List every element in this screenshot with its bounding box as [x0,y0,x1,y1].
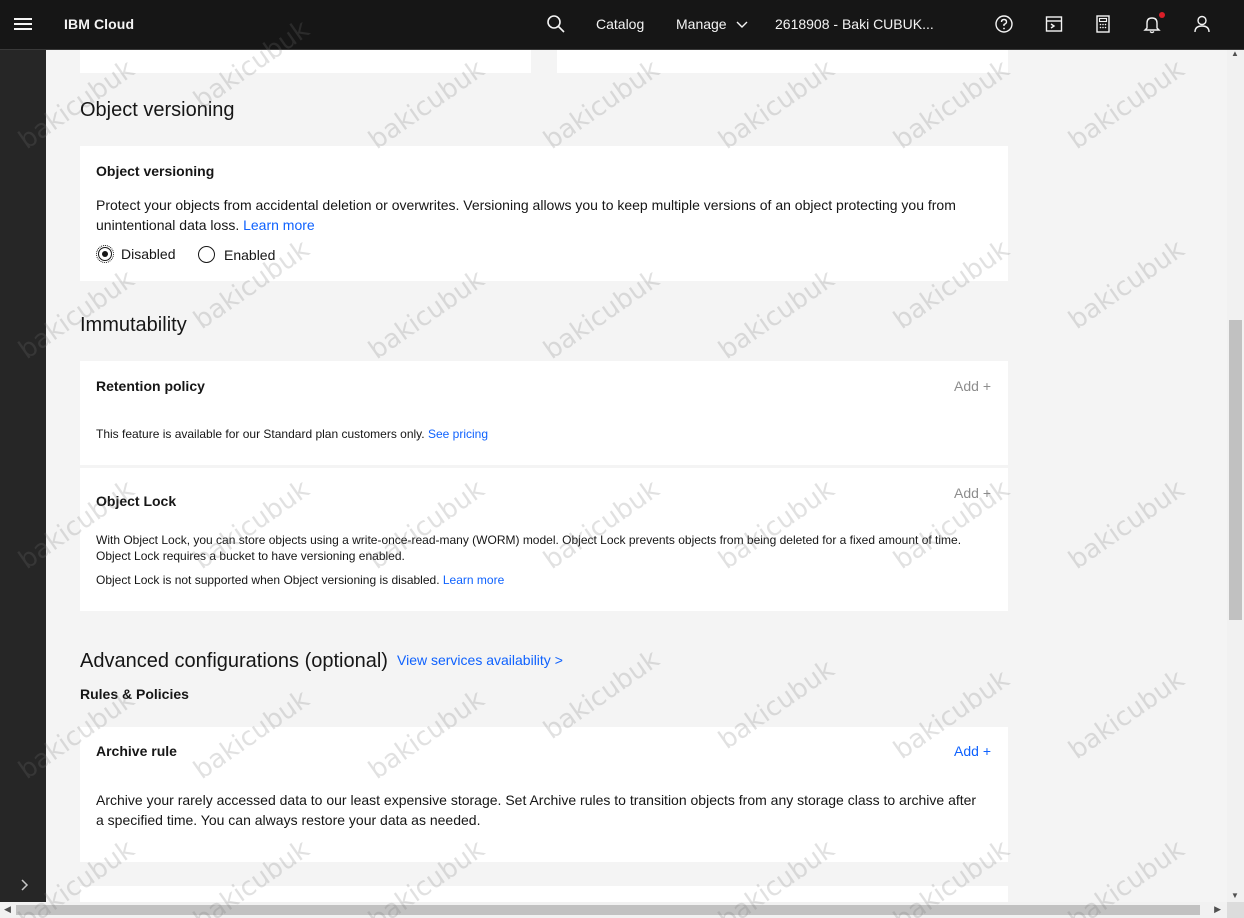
vertical-scroll-thumb[interactable] [1229,320,1242,620]
archive-rule-text: Archive your rarely accessed data to our… [96,792,977,828]
watermark-text: bakicubuk [1063,664,1191,766]
archive-add-button[interactable]: Add + [954,743,991,759]
section-title-advanced: Advanced configurations (optional) [80,650,388,672]
calculator-icon[interactable] [1093,14,1113,34]
radio-checked-icon [96,245,114,263]
retention-text-body: This feature is available for our Standa… [96,427,425,441]
retention-policy-card: Retention policy Add + This feature is a… [80,361,1008,465]
view-services-availability-link[interactable]: View services availability > [397,652,563,668]
top-header: IBM Cloud Catalog Manage 2618908 - Baki … [0,0,1244,50]
retention-policy-title: Retention policy [96,378,205,394]
scrollbar-corner [1227,902,1244,918]
menu-icon[interactable] [14,16,34,32]
object-lock-note-text: Object Lock is not supported when Object… [96,573,440,587]
radio-disabled-label: Disabled [121,246,176,262]
horizontal-scrollbar[interactable]: ◀ ▶ [0,902,1227,918]
user-icon[interactable] [1192,14,1212,34]
versioning-card-title: Object versioning [96,163,215,179]
object-lock-note: Object Lock is not supported when Object… [96,572,996,588]
watermark-text: bakicubuk [1063,474,1191,576]
object-lock-card: Object Lock Add + With Object Lock, you … [80,468,1008,611]
versioning-learn-more-link[interactable]: Learn more [243,217,315,233]
radio-enabled-label: Enabled [224,246,276,263]
retention-text: This feature is available for our Standa… [96,426,996,442]
account-switcher[interactable]: 2618908 - Baki CUBUK... [775,16,934,32]
chevron-down-icon [736,21,748,28]
object-lock-text: With Object Lock, you can store objects … [96,533,962,563]
catalog-link[interactable]: Catalog [596,16,644,32]
storage-class-card-left [80,50,531,73]
notification-badge [1159,12,1165,18]
next-card-partial [80,886,1008,902]
watermark-text: bakicubuk [1063,54,1191,156]
section-title-immutability: Immutability [80,314,187,336]
rules-policies-heading: Rules & Policies [80,686,189,702]
radio-disabled[interactable]: Disabled [96,245,176,263]
cost-estimator-icon[interactable] [1044,14,1064,34]
object-lock-add-button[interactable]: Add + [954,485,991,501]
horizontal-scroll-thumb[interactable] [16,905,1200,915]
storage-class-card-right [557,50,1008,73]
vertical-scrollbar[interactable]: ▲ ▼ [1227,49,1244,902]
retention-add-button[interactable]: Add + [954,378,991,394]
see-pricing-link[interactable]: See pricing [428,427,488,441]
manage-menu[interactable]: Manage [676,16,748,32]
left-side-rail [0,50,46,902]
brand-name[interactable]: IBM Cloud [64,16,134,32]
manage-label: Manage [676,16,727,32]
radio-unchecked-icon [198,246,215,263]
section-title-versioning: Object versioning [80,99,235,121]
versioning-description-text: Protect your objects from accidental del… [96,197,956,233]
object-lock-learn-more-link[interactable]: Learn more [443,573,504,587]
radio-enabled[interactable]: Enabled [198,246,275,263]
object-lock-title: Object Lock [96,493,177,509]
search-icon[interactable] [546,14,566,34]
help-icon[interactable] [994,14,1014,34]
versioning-description: Protect your objects from accidental del… [96,195,986,235]
archive-rule-card: Archive rule Add + Archive your rarely a… [80,727,1008,862]
watermark-text: bakicubuk [1063,234,1191,336]
archive-rule-title: Archive rule [96,743,177,759]
expand-chevron-icon[interactable] [17,878,31,892]
